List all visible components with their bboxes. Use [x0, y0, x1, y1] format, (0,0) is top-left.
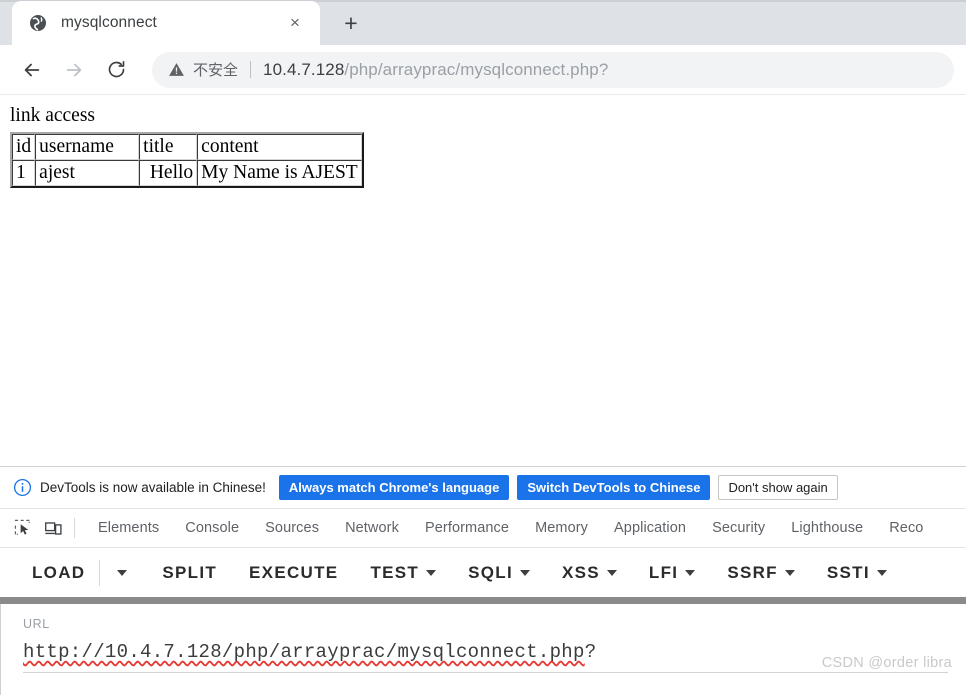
hackbar-sqli-menu[interactable]: SQLI: [461, 559, 537, 587]
tab-performance[interactable]: Performance: [412, 520, 522, 536]
tab-memory[interactable]: Memory: [522, 520, 601, 536]
cell-username: ajest: [35, 160, 140, 187]
chrome-browser-window: mysqlconnect × + 不安全 10.4.7.128/php/arra…: [0, 0, 966, 695]
globe-icon: [28, 14, 47, 33]
omnibox-divider: [250, 61, 252, 78]
url-path: /php/arrayprac/mysqlconnect.php?: [344, 59, 609, 79]
cell-id: 1: [12, 160, 36, 187]
chevron-down-icon: [606, 569, 617, 576]
tab-title: mysqlconnect: [61, 14, 157, 31]
hackbar-url-underline: [23, 672, 948, 673]
hackbar-sqli-label: SQLI: [468, 562, 513, 582]
tab-network[interactable]: Network: [332, 520, 412, 536]
hackbar-url-tail: ?: [584, 641, 597, 663]
address-bar[interactable]: 不安全 10.4.7.128/php/arrayprac/mysqlconnec…: [152, 51, 954, 88]
table-header-username: username: [35, 134, 140, 161]
always-match-language-button[interactable]: Always match Chrome's language: [278, 475, 510, 500]
table-header-row: id username title content: [12, 134, 362, 161]
forward-button[interactable]: [56, 52, 92, 88]
table-header-content: content: [197, 134, 362, 161]
hackbar-ssrf-menu[interactable]: SSRF: [720, 559, 802, 587]
browser-toolbar: 不安全 10.4.7.128/php/arrayprac/mysqlconnec…: [0, 45, 966, 95]
switch-devtools-chinese-button[interactable]: Switch DevTools to Chinese: [517, 475, 711, 500]
tab-strip: mysqlconnect × +: [0, 0, 966, 45]
hackbar-test-label: TEST: [370, 562, 420, 582]
hackbar-execute-button[interactable]: EXECUTE: [242, 559, 345, 587]
hackbar-panel: LOAD SPLIT EXECUTE TEST SQLI XSS LFI SSR…: [0, 547, 966, 695]
watermark: CSDN @order libra: [821, 655, 952, 671]
table-row: 1 ajest Hello My Name is AJEST: [12, 160, 362, 187]
chevron-down-icon: [426, 569, 437, 576]
new-tab-button[interactable]: +: [334, 6, 368, 40]
tab-application[interactable]: Application: [601, 520, 699, 536]
hackbar-lfi-label: LFI: [648, 562, 679, 582]
tab-console[interactable]: Console: [172, 520, 252, 536]
back-button[interactable]: [14, 52, 50, 88]
chevron-down-icon: [876, 569, 887, 576]
cell-content: My Name is AJEST: [197, 160, 362, 187]
hackbar-toolbar: LOAD SPLIT EXECUTE TEST SQLI XSS LFI SSR…: [0, 548, 966, 597]
chevron-down-icon: [117, 569, 128, 576]
page-viewport: link access id username title content 1 …: [0, 95, 966, 466]
hackbar-url-text: http://10.4.7.128/php/arrayprac/mysqlcon…: [23, 641, 585, 663]
tab-lighthouse[interactable]: Lighthouse: [778, 520, 876, 536]
chevron-down-icon: [519, 569, 530, 576]
hackbar-url-input[interactable]: http://10.4.7.128/php/arrayprac/mysqlcon…: [23, 641, 596, 666]
close-icon[interactable]: ×: [284, 12, 306, 34]
reload-icon[interactable]: [98, 52, 134, 88]
hackbar-scrollbar[interactable]: [0, 597, 966, 604]
hackbar-xss-label: XSS: [561, 562, 600, 582]
inspect-element-icon[interactable]: [8, 513, 38, 543]
hackbar-lfi-menu[interactable]: LFI: [642, 559, 702, 587]
page-heading: link access: [10, 105, 96, 126]
hackbar-load-button[interactable]: LOAD: [25, 559, 92, 587]
results-table: id username title content 1 ajest Hello …: [10, 132, 364, 189]
tab-security[interactable]: Security: [699, 520, 778, 536]
info-circle-icon: [13, 478, 32, 497]
device-toolbar-icon[interactable]: [38, 513, 68, 543]
tab-recorder[interactable]: Reco: [876, 520, 936, 536]
hackbar-url-section: URL http://10.4.7.128/php/arrayprac/mysq…: [0, 604, 966, 695]
warning-triangle-icon: [168, 61, 185, 78]
hackbar-test-menu[interactable]: TEST: [363, 559, 443, 587]
chevron-down-icon: [685, 569, 696, 576]
hackbar-ssti-label: SSTI: [826, 562, 870, 582]
hackbar-ssti-menu[interactable]: SSTI: [820, 559, 894, 587]
security-status-label: 不安全: [193, 62, 239, 79]
tab-sources[interactable]: Sources: [252, 520, 332, 536]
dont-show-again-button[interactable]: Don't show again: [718, 475, 838, 500]
browser-tab-mysqlconnect[interactable]: mysqlconnect ×: [12, 1, 320, 45]
chevron-down-icon: [784, 569, 795, 576]
hackbar-divider: [99, 559, 101, 586]
table-header-title: title: [139, 134, 198, 161]
devtools-tab-bar: Elements Console Sources Network Perform…: [0, 508, 966, 547]
tab-elements[interactable]: Elements: [85, 520, 172, 536]
cell-title: Hello: [139, 160, 198, 187]
address-bar-url: 10.4.7.128/php/arrayprac/mysqlconnect.ph…: [263, 60, 608, 80]
devtools-panel: DevTools is now available in Chinese! Al…: [0, 466, 966, 547]
table-header-id: id: [12, 134, 36, 161]
hackbar-load-dropdown[interactable]: [107, 564, 137, 582]
hackbar-url-label: URL: [23, 617, 50, 631]
url-host: 10.4.7.128: [263, 59, 345, 79]
devtools-notice-text: DevTools is now available in Chinese!: [40, 480, 266, 495]
hackbar-ssrf-label: SSRF: [727, 562, 778, 582]
hackbar-split-button[interactable]: SPLIT: [155, 559, 224, 587]
devtools-tabs-divider: [74, 518, 75, 538]
devtools-language-notice: DevTools is now available in Chinese! Al…: [0, 467, 966, 508]
hackbar-xss-menu[interactable]: XSS: [555, 559, 624, 587]
